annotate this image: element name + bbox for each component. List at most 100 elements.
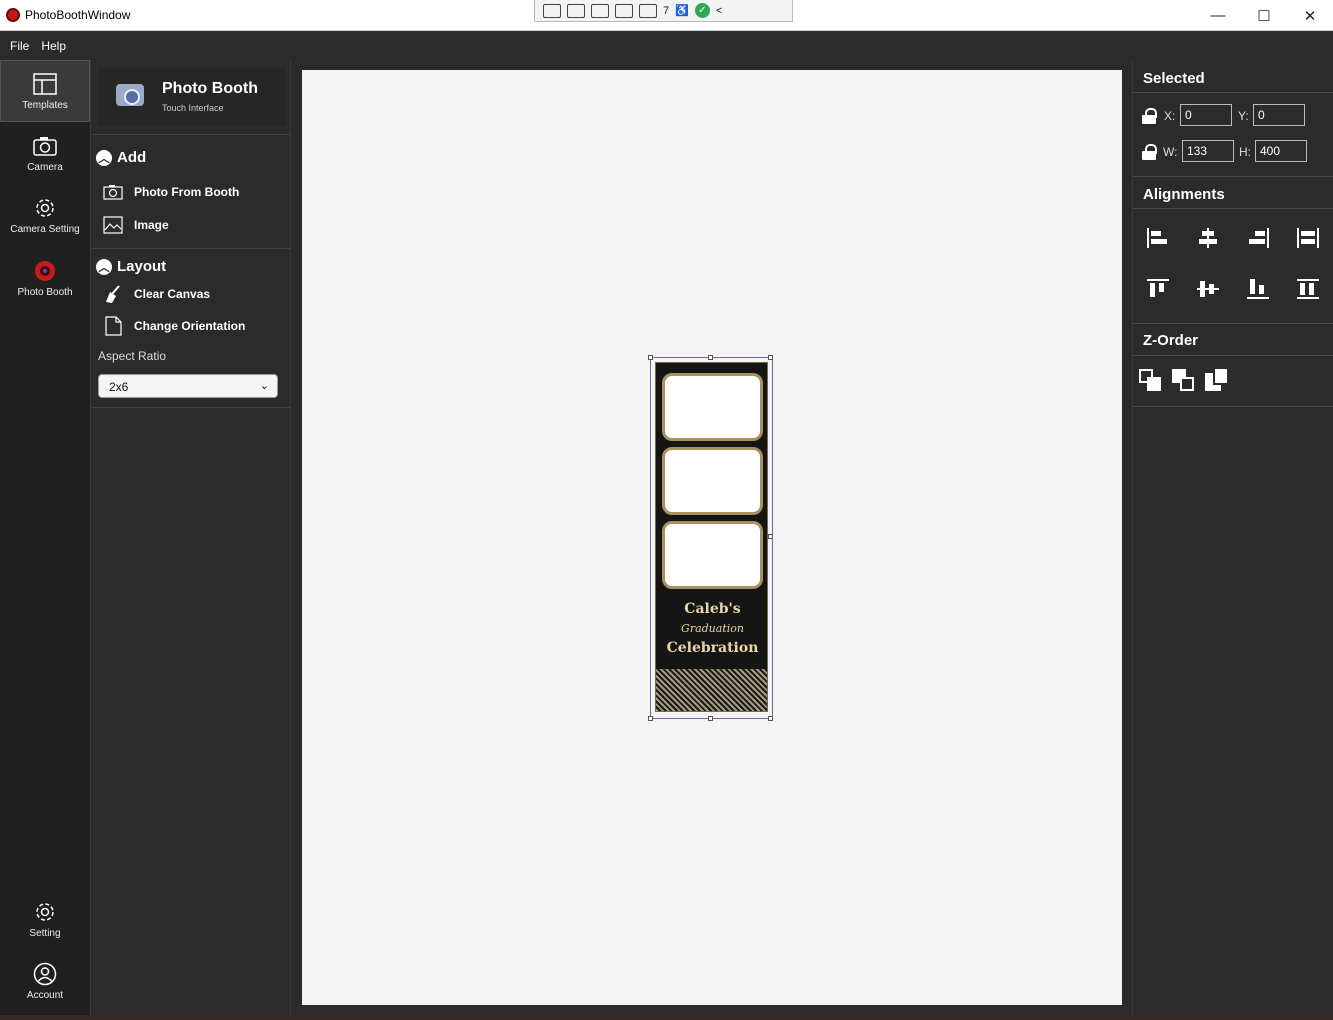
template-title-line3: Celebration	[666, 640, 759, 656]
nav-photo-booth[interactable]: Photo Booth	[0, 247, 90, 309]
align-right-icon[interactable]	[1247, 228, 1269, 248]
templates-icon	[32, 71, 58, 97]
video-icon[interactable]	[567, 3, 585, 18]
template-title-line2: Graduation	[681, 622, 744, 635]
add-image-button[interactable]: Image	[102, 215, 169, 235]
resize-handle[interactable]	[708, 355, 713, 360]
zorder-header: Z-Order	[1143, 332, 1199, 349]
align-center-vertical-icon[interactable]	[1197, 279, 1219, 299]
distribute-vertical-icon[interactable]	[1297, 279, 1319, 299]
chevron-up-icon: ︿	[96, 149, 112, 166]
y-input[interactable]	[1253, 104, 1305, 126]
accessibility-icon[interactable]: ♿	[675, 4, 689, 17]
aspect-ratio-select[interactable]: 2x6 ⌄	[98, 374, 278, 398]
divider	[1133, 355, 1333, 356]
divider	[92, 134, 291, 135]
camera-outline-icon	[102, 182, 124, 202]
alignments-header: Alignments	[1143, 186, 1225, 203]
w-label: W:	[1163, 145, 1178, 159]
brand-name: Photo Booth	[162, 80, 258, 97]
h-label: H:	[1239, 145, 1251, 159]
divider	[92, 407, 291, 408]
nav-account-label: Account	[26, 990, 64, 1001]
resize-handle[interactable]	[708, 716, 713, 721]
chevron-down-icon: ⌄	[259, 380, 269, 392]
change-orientation-label: Change Orientation	[134, 319, 246, 333]
divider	[1133, 406, 1333, 407]
align-left-icon[interactable]	[1147, 228, 1169, 248]
x-input[interactable]	[1180, 104, 1232, 126]
distribute-horizontal-icon[interactable]	[1297, 228, 1319, 248]
y-label: Y:	[1238, 109, 1249, 123]
nav-photo-booth-label: Photo Booth	[17, 287, 73, 298]
add-section-header[interactable]: ︿ Add	[96, 149, 146, 166]
close-button[interactable]: ✕	[1287, 0, 1333, 31]
selected-header: Selected	[1143, 70, 1205, 87]
select-element-icon[interactable]	[543, 3, 561, 18]
minimize-button[interactable]: —	[1195, 0, 1241, 31]
nav-camera-setting[interactable]: Camera Setting	[0, 184, 90, 246]
layout-section-header[interactable]: ︿ Layout	[96, 258, 166, 275]
binding-error-counter[interactable]: 7	[663, 5, 669, 17]
nav-camera-setting-label: Camera Setting	[10, 224, 80, 235]
design-canvas[interactable]: Caleb's Graduation Celebration	[302, 70, 1122, 1005]
nav-account[interactable]: Account	[0, 950, 90, 1012]
align-center-horizontal-icon[interactable]	[1197, 228, 1219, 248]
check-icon[interactable]: ✓	[694, 3, 710, 18]
change-orientation-button[interactable]: Change Orientation	[102, 316, 245, 336]
account-icon	[32, 961, 58, 987]
w-input[interactable]	[1182, 140, 1234, 162]
nav-setting-label: Setting	[29, 928, 61, 939]
brand-subtitle: Touch Interface	[162, 103, 224, 113]
template-strip[interactable]: Caleb's Graduation Celebration	[655, 362, 768, 712]
align-bottom-icon[interactable]	[1247, 279, 1269, 299]
maximize-button[interactable]: ☐	[1241, 0, 1287, 31]
template-title-line1: Caleb's	[684, 601, 741, 617]
debug-toolbar: 7 ♿ ✓ <	[534, 0, 793, 22]
align-top-icon[interactable]	[1147, 279, 1169, 299]
resize-handle[interactable]	[768, 355, 773, 360]
broom-icon	[102, 284, 124, 304]
send-to-back-icon[interactable]	[1139, 369, 1163, 393]
photo-frame-3	[662, 521, 763, 589]
send-backward-icon[interactable]	[1172, 369, 1196, 393]
nav-templates-label: Templates	[22, 100, 68, 111]
frame-icon[interactable]	[615, 3, 633, 18]
clear-canvas-button[interactable]: Clear Canvas	[102, 284, 210, 304]
lock-position-icon[interactable]	[1142, 108, 1157, 124]
bring-to-front-icon[interactable]	[1205, 367, 1229, 391]
nav-templates[interactable]: Templates	[0, 60, 90, 122]
aspect-ratio-label: Aspect Ratio	[98, 349, 167, 363]
nav-camera[interactable]: Camera	[0, 122, 90, 184]
menu-file[interactable]: File	[10, 39, 29, 53]
collapse-toolbar-button[interactable]: <	[716, 5, 722, 17]
add-header-label: Add	[117, 149, 147, 166]
clear-canvas-label: Clear Canvas	[134, 287, 211, 301]
nav-setting[interactable]: Setting	[0, 888, 90, 950]
divider	[1133, 92, 1333, 93]
pointer-icon[interactable]	[591, 3, 609, 18]
tools-panel: Photo Booth Touch Interface ︿ Add Photo …	[92, 60, 291, 1015]
resize-handle[interactable]	[768, 534, 773, 539]
lock-size-icon[interactable]	[1142, 144, 1157, 160]
page-orientation-icon	[102, 316, 124, 336]
chevron-up-icon: ︿	[96, 258, 112, 275]
divider	[1133, 208, 1333, 209]
nav-camera-label: Camera	[27, 162, 63, 173]
resize-handle[interactable]	[648, 355, 653, 360]
photo-from-booth-label: Photo From Booth	[134, 185, 240, 199]
settings-gear-icon	[32, 899, 58, 925]
resize-handle[interactable]	[768, 716, 773, 721]
menu-help[interactable]: Help	[41, 39, 66, 53]
photo-from-booth-button[interactable]: Photo From Booth	[102, 182, 239, 202]
camera-icon	[32, 133, 58, 159]
menu-bar: File Help	[0, 32, 1333, 60]
brand-camera-icon	[116, 84, 144, 106]
resize-handle[interactable]	[648, 716, 653, 721]
photo-frame-2	[662, 447, 763, 515]
layout-icon[interactable]	[639, 3, 657, 18]
glitter-decoration	[656, 669, 767, 711]
window-title: PhotoBoothWindow	[25, 8, 131, 22]
h-input[interactable]	[1255, 140, 1307, 162]
aspect-ratio-value: 2x6	[109, 380, 129, 394]
